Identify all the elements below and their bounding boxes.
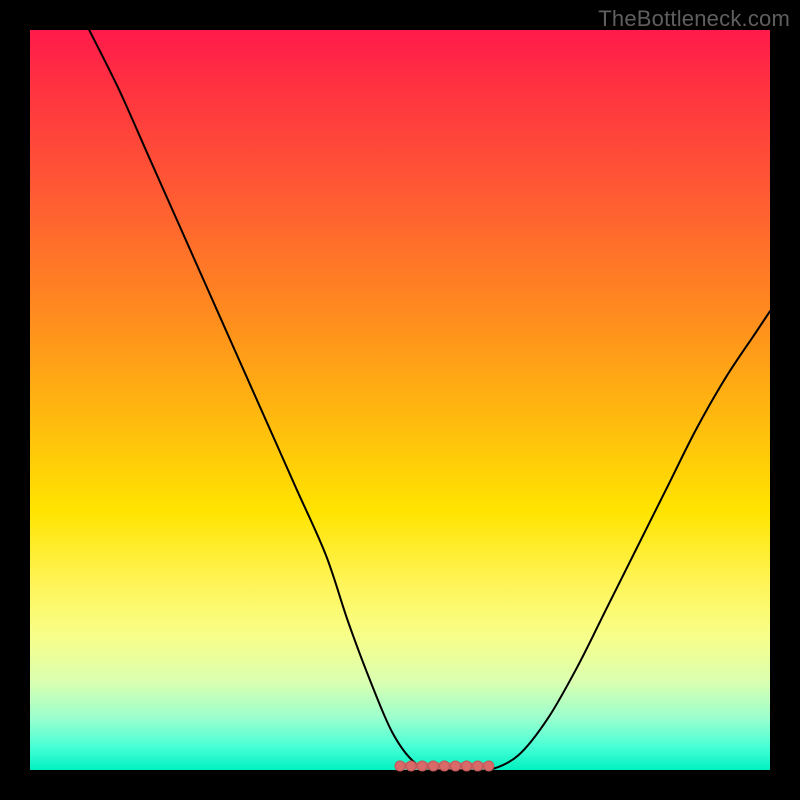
chart-frame: TheBottleneck.com — [0, 0, 800, 800]
minimum-marker — [406, 761, 416, 771]
plot-area — [30, 30, 770, 770]
minimum-marker — [428, 761, 438, 771]
minimum-marker — [451, 761, 461, 771]
watermark-text: TheBottleneck.com — [598, 6, 790, 32]
chart-svg — [30, 30, 770, 770]
minimum-marker — [473, 761, 483, 771]
minimum-marker — [439, 761, 449, 771]
minimum-marker — [462, 761, 472, 771]
minimum-marker — [417, 761, 427, 771]
minimum-markers-group — [395, 761, 494, 771]
minimum-marker — [395, 761, 405, 771]
bottleneck-curve — [89, 30, 770, 771]
minimum-marker — [484, 761, 494, 771]
